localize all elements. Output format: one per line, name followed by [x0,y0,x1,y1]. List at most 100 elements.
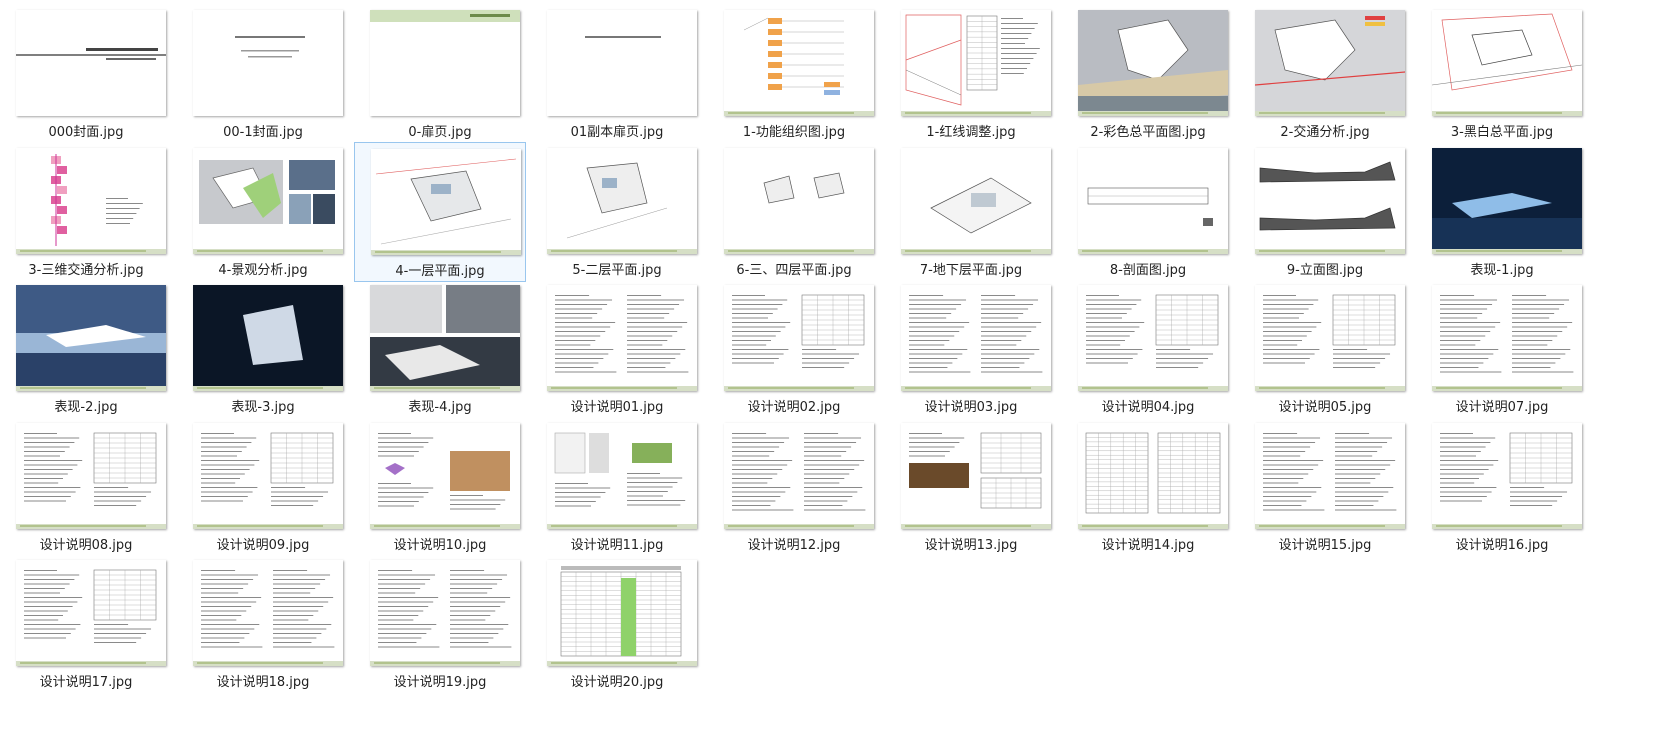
file-name-label: 设计说明12.jpg [747,537,841,553]
file-item[interactable]: 1-功能组织图.jpg [708,4,880,144]
thumbnail-preview-image [370,285,520,391]
file-item[interactable]: 7-地下层平面.jpg [885,142,1057,282]
file-item[interactable]: 1-红线调整.jpg [885,4,1057,144]
thumbnail-preview-image [199,159,335,224]
file-thumbnail [16,560,166,666]
file-item[interactable]: 4-景观分析.jpg [177,142,349,282]
file-item[interactable]: 000封面.jpg [0,4,172,144]
file-name-label: 4-景观分析.jpg [218,262,308,278]
thumbnail-footer-bar [1078,111,1228,116]
file-name-label: 设计说明17.jpg [39,675,133,690]
file-item[interactable]: 设计说明11.jpg [531,417,703,557]
file-name-label: 设计说明01.jpg [570,400,664,415]
thumbnail-footer-bar [547,523,697,529]
file-item[interactable]: 设计说明18.jpg [177,554,349,694]
file-item[interactable]: 表现-2.jpg [0,279,172,419]
file-thumbnail [901,285,1051,391]
file-item[interactable]: 设计说明17.jpg [0,554,172,694]
file-item[interactable]: 设计说明14.jpg [1062,417,1234,557]
file-item[interactable]: 设计说明01.jpg [531,279,703,419]
file-item[interactable]: 5-二层平面.jpg [531,142,703,282]
file-item[interactable]: 设计说明07.jpg [1416,279,1588,419]
file-item[interactable]: 设计说明02.jpg [708,279,880,419]
file-item[interactable]: 设计说明20.jpg [531,554,703,694]
file-name-label: 设计说明03.jpg [924,400,1018,415]
file-thumbnail-grid: 000封面.jpg 00-1封面.jpg 0-扉页.jpg 01副本扉页.jpg 1-功… [0,0,1658,745]
thumbnail-footer-bar [1255,111,1405,116]
file-thumbnail [370,422,520,529]
thumbnail-preview-image [1432,13,1582,91]
file-thumbnail [16,422,166,529]
thumbnail-footer-bar [193,386,343,391]
file-item[interactable]: 表现-4.jpg [354,279,526,419]
thumbnail-footer-bar [1255,386,1405,391]
file-item[interactable]: 设计说明04.jpg [1062,279,1234,419]
file-item[interactable]: 设计说明12.jpg [708,417,880,557]
thumbnail-preview-image [24,569,157,643]
thumbnail-footer-bar [1255,248,1405,254]
file-thumbnail [1078,422,1228,529]
file-name-label: 5-二层平面.jpg [572,262,662,278]
thumbnail-footer-bar [1078,386,1228,391]
file-name-label: 0-扉页.jpg [408,125,472,140]
file-item[interactable]: 表现-1.jpg [1416,142,1588,282]
thumbnail-preview-image [1263,294,1396,368]
file-thumbnail [724,285,874,391]
thumbnail-preview-image [554,432,686,506]
thumbnail-footer-bar [1432,523,1582,529]
file-thumbnail [193,422,343,529]
file-thumbnail [370,10,520,116]
file-name-label: 表现-4.jpg [408,400,472,415]
file-thumbnail [901,10,1051,116]
file-item[interactable]: 设计说明03.jpg [885,279,1057,419]
thumbnail-preview-image [201,570,335,648]
file-item[interactable]: 表现-3.jpg [177,279,349,419]
thumbnail-preview-image [1259,161,1396,230]
file-item[interactable]: 设计说明10.jpg [354,417,526,557]
file-thumbnail [901,422,1051,529]
file-item[interactable]: 设计说明13.jpg [885,417,1057,557]
file-item[interactable]: 4-一层平面.jpg [354,141,526,282]
file-name-label: 表现-1.jpg [1470,262,1534,278]
thumbnail-footer-bar [1432,111,1582,116]
thumbnail-footer-bar [1432,248,1582,254]
thumbnail-footer-bar [16,661,166,666]
file-name-label: 设计说明02.jpg [747,400,841,415]
file-item[interactable]: 6-三、四层平面.jpg [708,142,880,282]
file-item[interactable]: 设计说明05.jpg [1239,279,1411,419]
thumbnail-footer-bar [724,111,874,116]
file-item[interactable]: 设计说明08.jpg [0,417,172,557]
file-name-label: 3-三维交通分析.jpg [28,262,144,278]
file-name-label: 01副本扉页.jpg [570,125,664,140]
file-item[interactable]: 0-扉页.jpg [354,4,526,144]
file-name-label: 设计说明20.jpg [570,675,664,690]
thumbnail-footer-bar [16,248,166,254]
file-thumbnail [547,10,697,116]
file-thumbnail [1078,10,1228,116]
thumbnail-footer-bar [1078,523,1228,529]
file-item[interactable]: 设计说明16.jpg [1416,417,1588,557]
thumbnail-footer-bar [547,386,697,391]
file-item[interactable]: 01副本扉页.jpg [531,4,703,144]
file-item[interactable]: 2-彩色总平面图.jpg [1062,4,1234,144]
thumbnail-footer-bar [1078,248,1228,254]
file-item[interactable]: 3-黑白总平面.jpg [1416,4,1588,144]
file-name-label: 000封面.jpg [48,125,124,140]
file-thumbnail [1255,422,1405,529]
file-thumbnail [1078,285,1228,391]
file-name-label: 设计说明15.jpg [1278,537,1372,553]
file-item[interactable]: 2-交通分析.jpg [1239,4,1411,144]
file-item[interactable]: 设计说明15.jpg [1239,417,1411,557]
file-item[interactable]: 8-剖面图.jpg [1062,142,1234,282]
file-item[interactable]: 3-三维交通分析.jpg [0,142,172,282]
file-item[interactable]: 设计说明19.jpg [354,554,526,694]
thumbnail-preview-image [909,432,1042,508]
file-name-label: 4-一层平面.jpg [395,263,485,279]
file-item[interactable]: 9-立面图.jpg [1239,142,1411,282]
thumbnail-preview-image [560,566,682,657]
thumbnail-preview-image [1263,432,1397,510]
file-name-label: 设计说明14.jpg [1101,537,1195,553]
file-item[interactable]: 00-1封面.jpg [177,4,349,144]
file-item[interactable]: 设计说明09.jpg [177,417,349,557]
file-name-label: 设计说明04.jpg [1101,400,1195,415]
